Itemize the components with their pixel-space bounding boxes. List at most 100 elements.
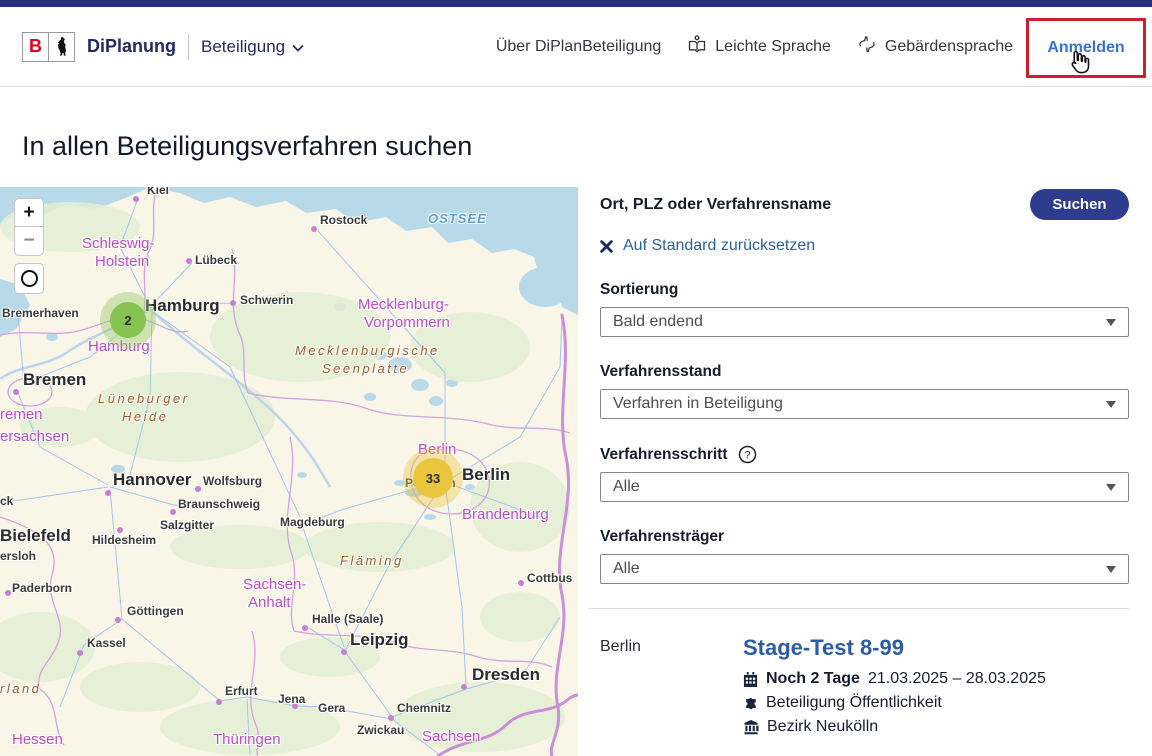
- zoom-in-button[interactable]: +: [14, 198, 44, 227]
- map-label: Berlin: [462, 465, 510, 485]
- map-label: remen: [0, 406, 43, 423]
- map-label: Jena: [278, 692, 305, 706]
- sign-language-icon: [857, 34, 877, 59]
- map-label: Brandenburg: [462, 506, 549, 523]
- result-title-link[interactable]: Stage-Test 8-99: [743, 635, 1046, 661]
- nav-item-about[interactable]: Über DiPlanBeteiligung: [496, 38, 661, 56]
- city-dot: [133, 196, 139, 202]
- map-zoom-controls: + −: [14, 198, 44, 294]
- filter-value: Alle: [613, 560, 640, 578]
- filter-value: Verfahren in Beteiligung: [613, 395, 783, 413]
- city-dot: [311, 226, 317, 232]
- city-dot: [302, 625, 308, 631]
- nav-label: Leichte Sprache: [715, 38, 831, 56]
- filter-select[interactable]: Alle: [600, 472, 1129, 502]
- map-label: Halle (Saale): [312, 612, 383, 626]
- dropdown-arrow-icon: [1106, 566, 1116, 573]
- map-label: Schleswig-: [82, 235, 155, 252]
- help-icon[interactable]: ?: [738, 445, 757, 464]
- result-item: Berlin Stage-Test 8-99 Noch 2 Tage 21.03…: [600, 635, 1129, 739]
- reset-link[interactable]: Auf Standard zurücksetzen: [600, 237, 1129, 255]
- zoom-out-button[interactable]: −: [14, 227, 44, 256]
- city-dot: [461, 684, 467, 690]
- map-label: Wolfsburg: [203, 474, 262, 488]
- map-label: Lübeck: [195, 253, 237, 267]
- main-nav: Über DiPlanBeteiligung Leichte Sprache G…: [496, 34, 1013, 59]
- result-participation: Beteiligung Öffentlichkeit: [766, 691, 942, 715]
- search-button[interactable]: Suchen: [1030, 189, 1129, 220]
- dropdown-arrow-icon: [1106, 484, 1116, 491]
- city-dot: [216, 699, 222, 705]
- map-label: Salzgitter: [160, 518, 214, 532]
- city-dot: [195, 486, 201, 492]
- header: B DiPlanung Beteiligung Über DiPlanBetei…: [0, 7, 1152, 87]
- results-divider: [588, 608, 1129, 609]
- nav-item-sign-language[interactable]: Gebärdensprache: [857, 34, 1013, 59]
- city-dot: [170, 509, 176, 515]
- map-label: Magdeburg: [280, 515, 345, 529]
- filter-group: Sortierung ? Bald endend: [600, 281, 1129, 337]
- map-label: Fläming: [340, 553, 404, 568]
- map-label: Anhalt: [248, 594, 291, 611]
- filter-select[interactable]: Alle: [600, 554, 1129, 584]
- map-label: Kassel: [87, 636, 126, 650]
- filter-group: Verfahrensstand ? Verfahren in Beteiligu…: [600, 363, 1129, 419]
- map-label: Hamburg: [145, 296, 220, 316]
- city-dot: [186, 258, 192, 264]
- hand-cursor-icon: [1065, 48, 1092, 80]
- map-label: ersachsen: [0, 428, 69, 445]
- cluster-marker[interactable]: 2: [110, 302, 146, 338]
- cluster-marker[interactable]: 33: [413, 458, 453, 498]
- map-label: Schwerin: [240, 293, 293, 307]
- filter-select[interactable]: Verfahren in Beteiligung: [600, 389, 1129, 419]
- map-label: Vorpommern: [364, 314, 450, 331]
- filter-value: Alle: [613, 478, 640, 496]
- map-label: Mecklenburgische: [295, 343, 440, 358]
- reset-label: Auf Standard zurücksetzen: [623, 237, 815, 255]
- locate-button[interactable]: [14, 263, 44, 294]
- result-deadline: Noch 2 Tage: [766, 667, 860, 691]
- search-row: Ort, PLZ oder Verfahrensname Suchen: [600, 189, 1129, 220]
- filter-select[interactable]: Bald endend: [600, 307, 1129, 337]
- map-label: Gera: [318, 701, 345, 715]
- annotation-highlight: Anmelden: [1026, 18, 1146, 78]
- map-label: Bremen: [23, 370, 86, 390]
- map-label: Paderborn: [12, 581, 72, 595]
- city-dot: [230, 300, 236, 306]
- svg-text:?: ?: [744, 449, 750, 461]
- nav-label: Gebärdensprache: [885, 38, 1013, 56]
- search-panel: Ort, PLZ oder Verfahrensname Suchen Auf …: [600, 187, 1129, 756]
- logo-letter: B: [23, 33, 49, 61]
- result-dates-row: Noch 2 Tage 21.03.2025 – 28.03.2025: [743, 667, 1046, 691]
- map-label: Holstein: [95, 253, 149, 270]
- result-authority-row: Bezirk Neukölln: [743, 715, 1046, 739]
- map-label: Zwickau: [357, 723, 404, 737]
- filter-value: Bald endend: [613, 313, 703, 331]
- berlin-logo[interactable]: B: [22, 32, 75, 62]
- map-label: Braunschweig: [178, 497, 260, 511]
- map-label: Mecklenburg-: [358, 296, 449, 313]
- map-label: ck: [0, 494, 13, 508]
- city-dot: [388, 715, 394, 721]
- puzzle-icon: [743, 696, 758, 711]
- map-label: Hannover: [113, 470, 191, 490]
- map-label: Heide: [122, 409, 168, 424]
- result-location: Berlin: [600, 635, 743, 739]
- map-label: Hildesheim: [92, 533, 156, 547]
- map-label: ersloh: [0, 549, 36, 563]
- city-dot: [5, 590, 11, 596]
- map-label: Berlin: [418, 441, 456, 458]
- filter-label: Verfahrensträger: [600, 528, 724, 546]
- nav-item-easy-language[interactable]: Leichte Sprache: [687, 34, 831, 59]
- filter-label: Verfahrensstand: [600, 363, 721, 381]
- map-label: OSTSEE: [428, 211, 487, 226]
- map-canvas[interactable]: + − KielRostockOSTSEELübeckSchleswig-Hol…: [0, 187, 578, 756]
- map-label: Thüringen: [213, 731, 281, 748]
- map-label: rland: [0, 681, 41, 696]
- bank-icon: [743, 720, 759, 735]
- page-title: In allen Beteiligungsverfahren suchen: [22, 131, 472, 162]
- section-menu[interactable]: Beteiligung: [201, 37, 304, 57]
- map-label: Göttingen: [127, 604, 184, 618]
- brand-name[interactable]: DiPlanung: [87, 36, 176, 57]
- filter-group: Verfahrensträger ? Alle: [600, 528, 1129, 584]
